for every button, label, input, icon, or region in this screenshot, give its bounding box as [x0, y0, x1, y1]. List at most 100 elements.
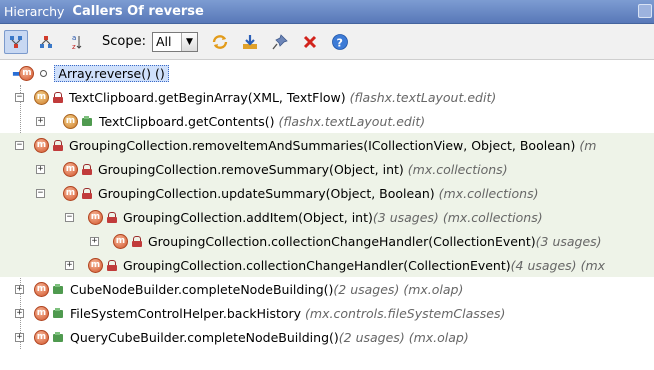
tree-row[interactable]: − m GroupingCollection.updateSummary(Obj… — [0, 181, 654, 205]
collapse-icon[interactable]: − — [65, 212, 74, 222]
method-label: GroupingCollection.addItem(Object, int) — [123, 209, 373, 225]
tree-row-root[interactable]: ➡ m Array.reverse() () — [0, 61, 654, 85]
method-icon: m — [19, 65, 35, 81]
lock-icon — [82, 163, 92, 175]
tree-row[interactable]: − m GroupingCollection.removeItemAndSumm… — [0, 133, 654, 157]
package-label: (mx.collections) — [438, 185, 539, 201]
refresh-icon — [212, 34, 228, 49]
collapse-icon[interactable]: − — [36, 188, 45, 198]
method-label: TextClipboard.getContents() — [99, 113, 275, 129]
method-label: GroupingCollection.collectionChangeHandl… — [123, 257, 511, 273]
method-label: FileSystemControlHelper.backHistory — [70, 305, 302, 321]
lock-icon — [82, 187, 92, 199]
root-method-label: Array.reverse() () — [54, 64, 169, 82]
tree-row[interactable]: + m TextClipboard.getContents() (flashx.… — [0, 109, 654, 133]
call-hierarchy-tree: ➡ m Array.reverse() () − m TextClipboard… — [0, 61, 654, 370]
title-bar: Hierarchy Callers Of reverse — [0, 0, 654, 24]
close-icon — [303, 35, 317, 48]
collapse-icon[interactable]: − — [15, 92, 24, 102]
sort-alpha-icon: a z — [72, 34, 82, 51]
chevron-down-icon[interactable]: ▼ — [180, 32, 197, 51]
method-icon: m — [88, 257, 103, 273]
method-label: GroupingCollection.collectionChangeHandl… — [148, 233, 536, 249]
tree-row[interactable]: + m GroupingCollection.removeSummary(Obj… — [0, 157, 654, 181]
package-label: (m — [579, 137, 597, 153]
package-label: (mx.collections) — [407, 161, 508, 177]
svg-text:a: a — [72, 34, 76, 42]
method-icon: m — [63, 185, 78, 201]
tree-row[interactable]: + m GroupingCollection.collectionChangeH… — [0, 229, 654, 253]
usage-count: (2 usages) — [338, 329, 405, 345]
tree-row[interactable]: + m FileSystemControlHelper.backHistory … — [0, 301, 654, 325]
caller-hierarchy-icon — [10, 35, 22, 48]
method-icon: m — [34, 329, 49, 345]
method-label: GroupingCollection.updateSummary(Object,… — [98, 185, 435, 201]
package-icon — [53, 308, 64, 318]
usage-count: (3 usages) — [372, 209, 439, 225]
expand-icon[interactable]: + — [36, 116, 45, 126]
close-button[interactable] — [298, 30, 322, 54]
method-label: TextClipboard.getBeginArray(XML, TextFlo… — [69, 89, 346, 105]
expand-icon[interactable]: + — [15, 332, 24, 342]
method-icon: m — [34, 305, 49, 321]
package-label: (mx.olap) — [408, 329, 469, 345]
package-label: (flashx.textLayout.edit) — [349, 89, 497, 105]
lock-icon — [53, 91, 63, 103]
export-button[interactable] — [238, 30, 262, 54]
method-label: GroupingCollection.removeItemAndSummarie… — [69, 137, 576, 153]
sort-alpha-button[interactable]: a z — [64, 30, 88, 54]
tree-row[interactable]: + m GroupingCollection.collectionChangeH… — [0, 253, 654, 277]
caller-hierarchy-button[interactable] — [4, 29, 28, 54]
tree-row[interactable]: + m CubeNodeBuilder.completeNodeBuilding… — [0, 277, 654, 301]
window-menu-icon[interactable] — [638, 4, 652, 18]
lock-icon — [132, 235, 142, 247]
expand-icon[interactable]: + — [65, 260, 74, 270]
export-icon — [242, 34, 257, 49]
help-button[interactable]: ? — [328, 30, 352, 54]
method-icon: m — [34, 281, 49, 297]
method-icon: m — [63, 113, 78, 129]
refresh-button[interactable] — [208, 30, 232, 54]
package-label: (mx — [580, 257, 606, 273]
expand-icon[interactable]: + — [36, 164, 45, 174]
help-icon: ? — [332, 33, 348, 50]
method-icon: m — [63, 161, 78, 177]
lock-icon — [107, 259, 117, 271]
usage-count: (3 usages) — [535, 233, 602, 249]
method-label: GroupingCollection.removeSummary(Object,… — [98, 161, 404, 177]
expand-icon[interactable]: + — [15, 308, 24, 318]
method-icon: m — [88, 209, 103, 225]
lock-icon — [53, 139, 63, 151]
package-label: (mx.olap) — [403, 281, 464, 297]
lock-icon — [107, 211, 117, 223]
expand-icon[interactable]: + — [15, 284, 24, 294]
pin-button[interactable] — [268, 30, 292, 54]
expand-icon[interactable]: + — [90, 236, 99, 246]
usage-count: (4 usages) — [510, 257, 577, 273]
svg-text:?: ? — [336, 36, 342, 49]
tree-row[interactable]: − m GroupingCollection.addItem(Object, i… — [0, 205, 654, 229]
toolbar: a z Scope: All ▼ ? — [0, 24, 654, 60]
package-label: (flashx.textLayout.edit) — [278, 113, 426, 129]
method-label: CubeNodeBuilder.completeNodeBuilding() — [70, 281, 334, 297]
view-name: Hierarchy — [4, 4, 65, 19]
callee-hierarchy-button[interactable] — [34, 30, 58, 54]
public-icon — [40, 69, 48, 77]
method-icon: m — [113, 233, 128, 249]
method-icon: m — [34, 89, 49, 105]
pin-icon — [272, 33, 288, 49]
scope-value: All — [155, 34, 172, 49]
view-title: Callers Of reverse — [72, 4, 204, 19]
usage-count: (2 usages) — [333, 281, 400, 297]
package-label: (mx.controls.fileSystemClasses) — [305, 305, 506, 321]
scope-select[interactable]: All ▼ — [151, 31, 198, 52]
package-icon — [53, 332, 64, 342]
method-label: QueryCubeBuilder.completeNodeBuilding() — [70, 329, 339, 345]
scope-label: Scope: — [102, 34, 146, 49]
tree-row[interactable]: + m QueryCubeBuilder.completeNodeBuildin… — [0, 325, 654, 349]
package-label: (mx.collections) — [442, 209, 543, 225]
tree-row[interactable]: − m TextClipboard.getBeginArray(XML, Tex… — [0, 85, 654, 109]
svg-text:z: z — [72, 43, 76, 51]
collapse-icon[interactable]: − — [15, 140, 24, 150]
package-icon — [82, 116, 93, 126]
